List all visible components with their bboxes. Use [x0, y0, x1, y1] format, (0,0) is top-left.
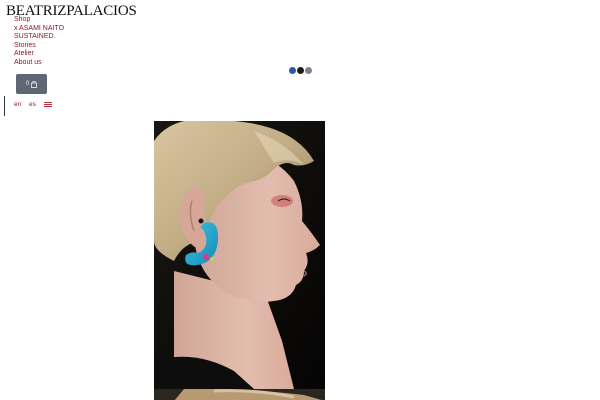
loader-dot — [289, 67, 296, 74]
nav-item-atelier[interactable]: Atelier — [14, 50, 64, 59]
shopping-bag-icon — [31, 80, 38, 88]
page: BEATRIZPALACIOS Shop x ASAMI NAITO SUSTA… — [0, 0, 600, 400]
nav-item-sustained[interactable]: SUSTAINED. — [14, 33, 64, 42]
cart-button[interactable]: 0 — [16, 74, 47, 94]
loading-indicator — [289, 67, 312, 74]
language-switcher-divider — [4, 96, 5, 116]
nav-item-shop[interactable]: Shop — [14, 16, 64, 25]
nav-item-asami-naito[interactable]: x ASAMI NAITO — [14, 25, 64, 34]
nav-item-stories[interactable]: Stories — [14, 42, 64, 51]
language-en-link[interactable]: en — [14, 101, 21, 108]
main-nav: Shop x ASAMI NAITO SUSTAINED. Stories At… — [14, 16, 64, 68]
second-photo-strip — [154, 388, 325, 400]
nav-item-about-us[interactable]: About us — [14, 59, 64, 68]
language-es-link[interactable]: es — [29, 101, 36, 108]
uk-flag-icon[interactable] — [44, 102, 52, 107]
cart-count: 0 — [25, 81, 30, 87]
loader-dot — [297, 67, 304, 74]
loader-dot — [305, 67, 312, 74]
hero-photo-ear-cuff — [154, 121, 325, 389]
